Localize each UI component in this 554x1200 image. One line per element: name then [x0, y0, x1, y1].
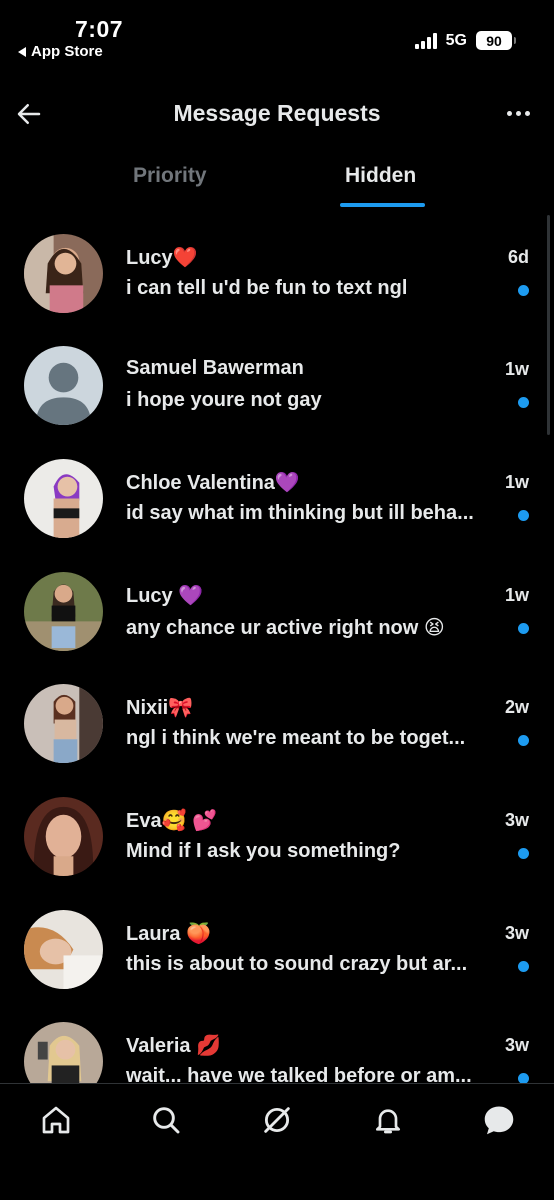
page-title: Message Requests — [173, 100, 381, 126]
sender-name: Valeria 💋 — [126, 1035, 221, 1057]
grok-icon — [264, 1107, 290, 1133]
search-icon — [153, 1107, 180, 1134]
unread-dot — [518, 848, 529, 859]
nav-grok[interactable] — [259, 1102, 295, 1138]
list-item[interactable]: Samuel Bawerman i hope youre not gay 1w — [0, 337, 554, 449]
battery-level: 90 — [486, 32, 502, 49]
back-triangle-icon — [18, 46, 26, 57]
message-request-list: Lucy❤️ i can tell u'd be fun to text ngl… — [0, 215, 554, 1085]
unread-dot — [518, 735, 529, 746]
nav-home[interactable] — [38, 1102, 74, 1138]
timestamp: 6d — [507, 247, 529, 267]
message-preview: ngl i think we're meant to be toget... — [126, 727, 466, 749]
timestamp: 1w — [504, 359, 529, 379]
status-bar: 7:07 App Store 5G 90 — [0, 0, 554, 70]
avatar[interactable] — [24, 572, 103, 651]
avatar[interactable] — [24, 346, 103, 425]
unread-dot — [518, 285, 529, 296]
network-label: 5G — [445, 31, 467, 49]
battery-icon: 90 — [476, 31, 516, 50]
list-item[interactable]: Laura 🍑 this is about to sound crazy but… — [0, 901, 554, 1013]
list-item[interactable]: Nixii🎀 ngl i think we're meant to be tog… — [0, 675, 554, 787]
sender-name: Lucy 💜 — [126, 585, 204, 607]
timestamp: 3w — [504, 1035, 529, 1055]
avatar[interactable] — [24, 797, 103, 876]
bottom-nav — [0, 1083, 554, 1200]
sender-name: Chloe Valentina💜 — [126, 472, 300, 494]
unread-dot — [518, 623, 529, 634]
tab-active-indicator — [340, 203, 425, 207]
back-to-app-link[interactable]: App Store — [18, 43, 103, 60]
more-horizontal-icon[interactable] — [507, 111, 530, 116]
tab-priority[interactable]: Priority — [133, 164, 207, 188]
sender-name: Laura 🍑 — [126, 923, 211, 945]
message-preview: i hope youre not gay — [126, 389, 322, 411]
tab-bar: Priority Hidden — [0, 150, 554, 210]
signal-icon — [414, 32, 437, 49]
avatar[interactable] — [24, 1022, 103, 1085]
sender-name: Eva🥰 💕 — [126, 810, 217, 832]
message-preview: this is about to sound crazy but ar... — [126, 953, 468, 975]
timestamp: 2w — [504, 697, 529, 717]
header: Message Requests — [0, 92, 554, 138]
list-item[interactable]: Valeria 💋 wait... have we talked before … — [0, 1013, 554, 1085]
timestamp: 1w — [504, 585, 529, 605]
nav-notifications[interactable] — [370, 1102, 406, 1138]
message-preview: Mind if I ask you something? — [126, 840, 401, 862]
home-icon — [42, 1106, 70, 1134]
messages-icon — [484, 1106, 514, 1135]
list-item[interactable]: Eva🥰 💕 Mind if I ask you something? 3w — [0, 788, 554, 900]
back-app-label: App Store — [31, 43, 103, 60]
nav-search[interactable] — [148, 1102, 184, 1138]
list-item[interactable]: Chloe Valentina💜 id say what im thinking… — [0, 450, 554, 562]
avatar[interactable] — [24, 684, 103, 763]
sender-name: Lucy❤️ — [126, 247, 198, 269]
bell-icon — [376, 1109, 400, 1134]
unread-dot — [518, 397, 529, 408]
avatar[interactable] — [24, 459, 103, 538]
list-item[interactable]: Lucy 💜 any chance ur active right now 😫 … — [0, 563, 554, 675]
sender-name: Samuel Bawerman — [126, 357, 304, 379]
nav-messages[interactable] — [481, 1102, 517, 1138]
tab-hidden[interactable]: Hidden — [345, 164, 416, 188]
message-preview: wait... have we talked before or am... — [126, 1065, 472, 1085]
timestamp: 3w — [504, 810, 529, 830]
unread-dot — [518, 510, 529, 521]
avatar[interactable] — [24, 910, 103, 989]
message-preview: id say what im thinking but ill beha... — [126, 502, 474, 524]
message-preview: i can tell u'd be fun to text ngl — [126, 277, 408, 299]
timestamp: 3w — [504, 923, 529, 943]
timestamp: 1w — [504, 472, 529, 492]
list-item[interactable]: Lucy❤️ i can tell u'd be fun to text ngl… — [0, 225, 554, 337]
status-time: 7:07 — [75, 16, 124, 42]
unread-dot — [518, 961, 529, 972]
avatar[interactable] — [24, 234, 103, 313]
sender-name: Nixii🎀 — [126, 697, 194, 719]
status-right: 5G 90 — [414, 31, 516, 50]
message-preview: any chance ur active right now 😫 — [126, 617, 445, 639]
